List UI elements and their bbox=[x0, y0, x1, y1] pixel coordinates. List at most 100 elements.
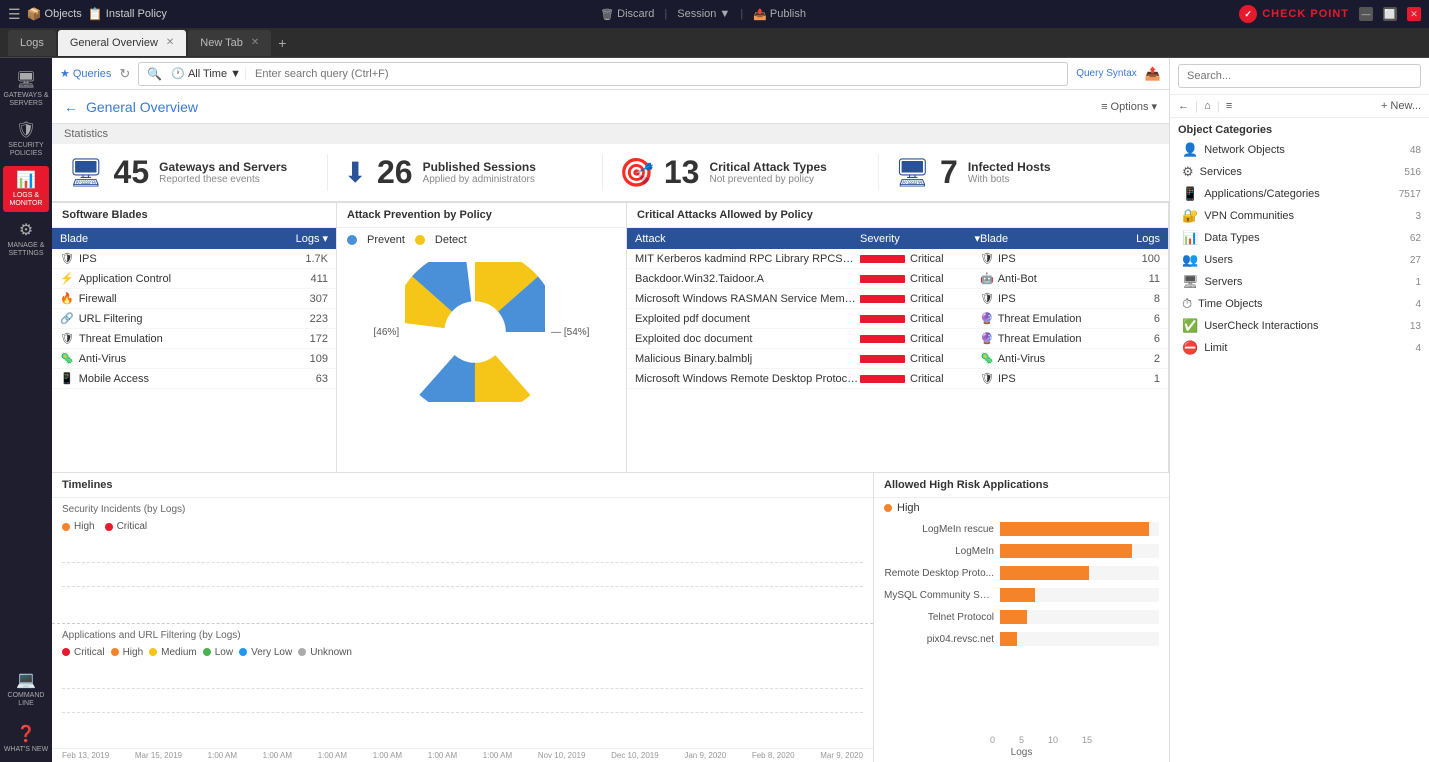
discard-btn[interactable]: 🗑 Discard bbox=[600, 8, 654, 21]
rs-back-btn[interactable]: ← bbox=[1178, 100, 1189, 112]
hr-axis-label: Logs bbox=[874, 747, 1169, 762]
attack-severity-5: Critical bbox=[860, 353, 980, 365]
hr-legend: High bbox=[874, 498, 1169, 518]
sessions-stat-icon: ⬇ bbox=[344, 156, 367, 189]
top-bar-right: ✓ CHECK POINT — ⬜ ✕ bbox=[1239, 5, 1421, 23]
appctrl-logs: 411 bbox=[268, 273, 328, 285]
infected-stat-number: 7 bbox=[940, 154, 958, 191]
attack-name-1: Backdoor.Win32.Taidoor.A bbox=[635, 273, 860, 285]
page-header-left: ← General Overview bbox=[64, 99, 198, 115]
timeobjects-count: 4 bbox=[1415, 299, 1421, 310]
rs-list-btn[interactable]: ≡ bbox=[1226, 100, 1232, 112]
session-btn[interactable]: Session ▼ bbox=[677, 8, 730, 20]
attack-row-1[interactable]: Backdoor.Win32.Taidoor.A Critical 🤖Anti-… bbox=[627, 269, 1168, 289]
sw-blade-row-mobile[interactable]: 📱 Mobile Access 63 bbox=[52, 369, 336, 389]
rs-item-usercheck[interactable]: ✅ UserCheck Interactions 13 bbox=[1170, 315, 1429, 337]
gateways-stat-title: Gateways and Servers bbox=[159, 160, 287, 174]
legend-high-app: High bbox=[111, 647, 144, 658]
search-input[interactable] bbox=[255, 68, 1059, 80]
star-icon: ★ bbox=[60, 67, 70, 80]
timelines-title: Timelines bbox=[52, 473, 873, 498]
rs-item-network[interactable]: 👤 Network Objects 48 bbox=[1170, 139, 1429, 161]
sidebar-item-manage[interactable]: ⚙ MANAGE & SETTINGS bbox=[3, 216, 49, 262]
close-btn[interactable]: ✕ bbox=[1407, 7, 1421, 21]
export-btn[interactable]: 📤 bbox=[1145, 66, 1161, 82]
options-icon: ≡ Options bbox=[1101, 101, 1148, 113]
rs-item-users[interactable]: 👥 Users 27 bbox=[1170, 249, 1429, 271]
attack-row-5[interactable]: Malicious Binary.balmblj Critical 🦠Anti-… bbox=[627, 349, 1168, 369]
new-tab-btn[interactable]: + bbox=[273, 35, 291, 51]
attack-row-2[interactable]: Microsoft Windows RASMAN Service Memory … bbox=[627, 289, 1168, 309]
rs-item-applications[interactable]: 📱 Applications/Categories 7517 bbox=[1170, 183, 1429, 205]
timelines-panel: Timelines Security Incidents (by Logs) H… bbox=[52, 473, 874, 762]
rs-item-datatypes[interactable]: 📊 Data Types 62 bbox=[1170, 227, 1429, 249]
timeline-x-axis: Feb 13, 2019 Mar 15, 2019 1:00 AM 1:00 A… bbox=[52, 748, 873, 762]
datatypes-label: Data Types bbox=[1204, 232, 1259, 244]
sidebar-item-whats-new[interactable]: ❓ WHAT'S NEW bbox=[3, 716, 49, 762]
objects-btn[interactable]: 📦 Objects bbox=[27, 7, 82, 21]
publish-btn[interactable]: 📤 Publish bbox=[753, 8, 806, 21]
sw-blade-row-urlfilter[interactable]: 🔗 URL Filtering 223 bbox=[52, 309, 336, 329]
ath-logs: Logs bbox=[1110, 233, 1160, 245]
critical-attacks-header: Attack Severity ▾ Blade Logs bbox=[627, 228, 1168, 249]
bottom-panels: Timelines Security Incidents (by Logs) H… bbox=[52, 472, 1169, 762]
tab-new-tab-close[interactable]: ✕ bbox=[251, 37, 259, 48]
attack-logs-3: 6 bbox=[1110, 313, 1160, 325]
attack-row-0[interactable]: MIT Kerberos kadmind RPC Library RPCSEC_… bbox=[627, 249, 1168, 269]
rs-home-btn[interactable]: ⌂ bbox=[1204, 100, 1211, 112]
install-policy-btn[interactable]: 📋 Install Policy bbox=[88, 7, 167, 21]
search-bar: ★ Queries ↻ 🔍 🕐 All Time ▼ Query Syntax … bbox=[52, 58, 1169, 90]
sidebar-item-gateways[interactable]: 🖥 GATEWAYS & SERVERS bbox=[3, 66, 49, 112]
network-count: 48 bbox=[1410, 145, 1421, 156]
rs-item-timeobjects[interactable]: ⏱ Time Objects 4 bbox=[1170, 293, 1429, 315]
rs-item-servers[interactable]: 🖥 Servers 1 bbox=[1170, 271, 1429, 293]
servers-icon: 🖥 bbox=[1182, 274, 1199, 290]
incidents-legend: High Critical bbox=[52, 519, 873, 534]
axis-5: 1:00 AM bbox=[373, 751, 402, 760]
urlfilter-logs: 223 bbox=[268, 313, 328, 325]
applications-count: 7517 bbox=[1399, 189, 1421, 200]
limit-label: Limit bbox=[1204, 342, 1227, 354]
rs-item-services[interactable]: ⚙ Services 516 bbox=[1170, 161, 1429, 183]
sidebar-item-logs[interactable]: 📊 LOGS & MONITOR bbox=[3, 166, 49, 212]
right-sidebar: ← | ⌂ | ≡ + New... Object Categories 👤 N… bbox=[1169, 58, 1429, 762]
nav-bar: Logs General Overview ✕ New Tab ✕ + bbox=[0, 28, 1429, 58]
time-label: All Time bbox=[188, 68, 227, 80]
attack-row-3[interactable]: Exploited pdf document Critical 🔮Threat … bbox=[627, 309, 1168, 329]
sidebar-item-security[interactable]: 🛡 SECURITY POLICIES bbox=[3, 116, 49, 162]
tab-new-tab[interactable]: New Tab ✕ bbox=[188, 30, 271, 56]
sidebar-item-command-line[interactable]: 💻 COMMAND LINE bbox=[3, 666, 49, 712]
axis-10: Jan 9, 2020 bbox=[684, 751, 726, 760]
axis-6: 1:00 AM bbox=[428, 751, 457, 760]
applications-label: Applications/Categories bbox=[1204, 188, 1320, 200]
tab-general-overview[interactable]: General Overview ✕ bbox=[58, 30, 186, 56]
queries-btn[interactable]: ★ Queries bbox=[60, 67, 111, 80]
rs-item-limit[interactable]: ⛔ Limit 4 bbox=[1170, 337, 1429, 359]
attack-severity-2: Critical bbox=[860, 293, 980, 305]
query-syntax-btn[interactable]: Query Syntax bbox=[1076, 68, 1137, 79]
restore-btn[interactable]: ⬜ bbox=[1383, 7, 1397, 21]
sw-blade-row-firewall[interactable]: 🔥 Firewall 307 bbox=[52, 289, 336, 309]
options-btn[interactable]: ≡ Options ▾ bbox=[1101, 100, 1157, 113]
sw-blade-row-appctrl[interactable]: ⚡ Application Control 411 bbox=[52, 269, 336, 289]
sw-blade-row-antivirus[interactable]: 🦠 Anti-Virus 109 bbox=[52, 349, 336, 369]
tab-logs[interactable]: Logs bbox=[8, 30, 56, 56]
rs-search-input[interactable] bbox=[1178, 64, 1421, 88]
detect-pct-label: — [54%] bbox=[551, 327, 589, 338]
attack-row-4[interactable]: Exploited doc document Critical 🔮Threat … bbox=[627, 329, 1168, 349]
time-selector[interactable]: 🕐 All Time ▼ bbox=[167, 67, 246, 80]
tab-logs-label: Logs bbox=[20, 37, 44, 49]
minimize-btn[interactable]: — bbox=[1359, 7, 1373, 21]
blade-icon-4: 🔮 bbox=[980, 332, 994, 345]
sw-blade-row-threatemu[interactable]: 🛡 Threat Emulation 172 bbox=[52, 329, 336, 349]
tab-general-overview-close[interactable]: ✕ bbox=[166, 37, 174, 48]
refresh-btn[interactable]: ↻ bbox=[119, 66, 130, 82]
back-btn[interactable]: ← bbox=[64, 99, 78, 115]
attack-row-6[interactable]: Microsoft Windows Remote Desktop Protoco… bbox=[627, 369, 1168, 389]
sw-blade-row-ips[interactable]: 🛡 IPS 1.7K bbox=[52, 249, 336, 269]
rs-item-vpn[interactable]: 🔐 VPN Communities 3 bbox=[1170, 205, 1429, 227]
rs-new-btn[interactable]: + New... bbox=[1381, 100, 1421, 112]
security-icon: 🛡 bbox=[16, 120, 36, 140]
app-menu-btn[interactable]: ☰ bbox=[8, 6, 21, 23]
legend-high: High bbox=[62, 521, 95, 532]
